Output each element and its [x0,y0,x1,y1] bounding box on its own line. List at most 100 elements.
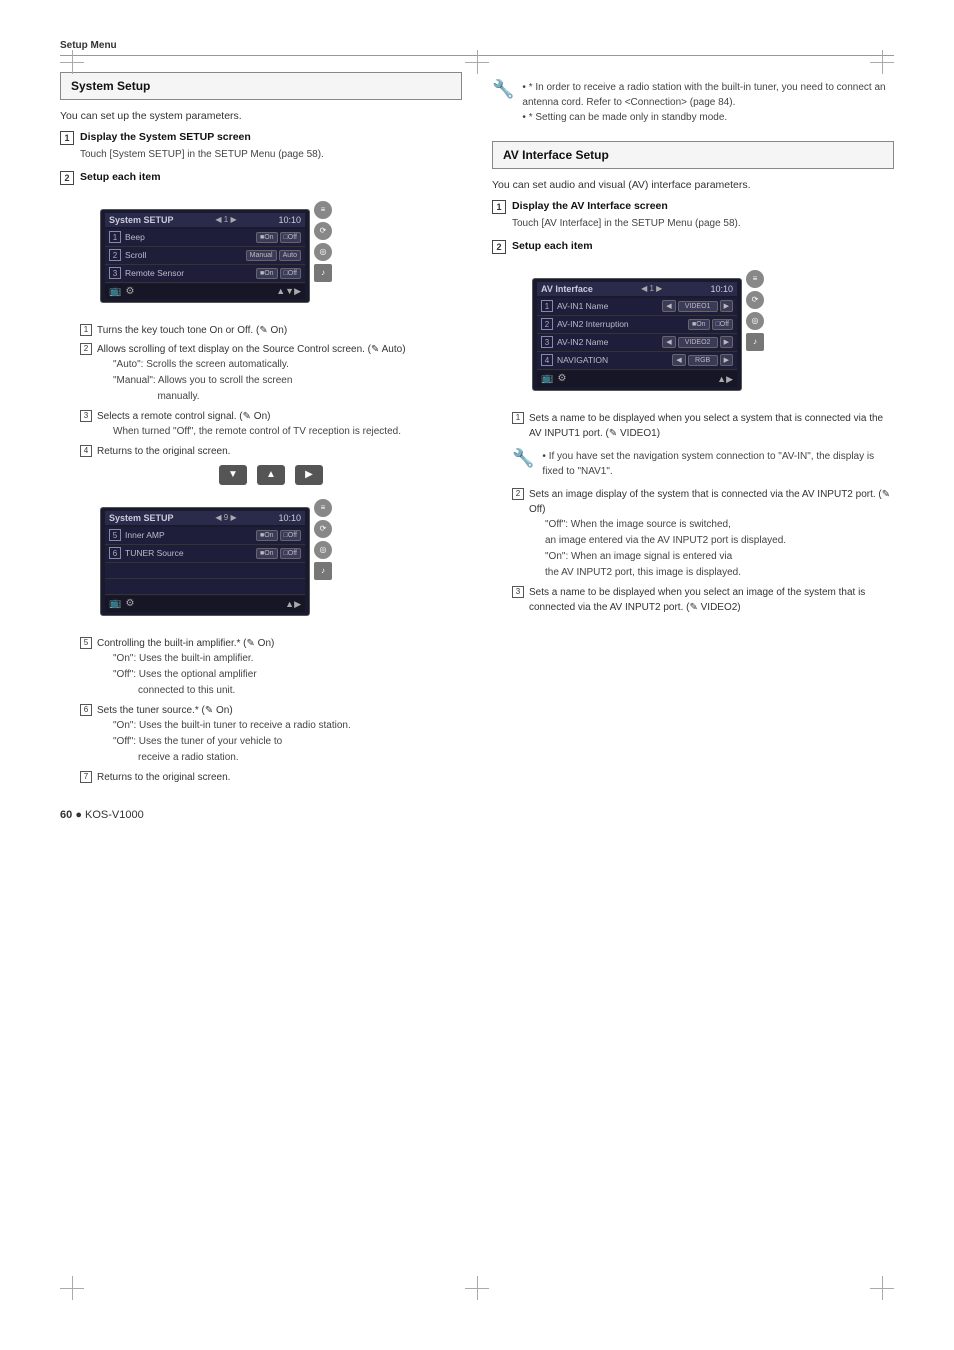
av-row-avin1-name: 1 AV-IN1 Name ◀ VIDEO1 ▶ [537,298,737,316]
screen1-side-icons: ≡ ⟳ ◎ ♪ [314,201,332,282]
av-btn-avin1-next[interactable]: ▶ [720,300,733,312]
system-screen1-time: 10:10 [278,215,301,225]
item-2-content: Allows scrolling of text display on the … [97,342,406,405]
screen2-btns-tuner[interactable]: ■On □Off [256,548,301,559]
screen2-side-icon-4: ♪ [314,562,332,580]
screen1-side-icon-4: ♪ [314,264,332,282]
system-screen1-header: System SETUP ◀ 1 ▶ 10:10 [105,213,305,227]
screen2-btn-tuner-off[interactable]: □Off [280,548,301,559]
av-item-2-sub: "Off": When the image source is switched… [545,517,894,581]
av-btns-avin2-name[interactable]: ◀ VIDEO2 ▶ [662,336,733,348]
system-screen1-wrapper: System SETUP ◀ 1 ▶ 10:10 1 Beep ■On □Off [80,201,310,311]
screen2-label-tuner: TUNER Source [125,548,256,558]
item-num-1: 1 [80,324,92,336]
av-side-icon-4: ♪ [746,333,764,351]
system-item-list-1: 1 Turns the key touch tone On or Off. (✎… [80,323,462,459]
arrow-right[interactable]: ▶ [295,465,323,485]
system-step1-content: Display the System SETUP screen Touch [S… [80,130,324,162]
item-3-pencil: ✎ [243,411,251,422]
av-btn-nav-next[interactable]: ▶ [720,354,733,366]
av-num-1: 1 [541,300,553,312]
system-screen2-time: 10:10 [278,513,301,523]
av-num-3: 3 [541,336,553,348]
system-step2-label: Setup each item [80,170,161,185]
screen2-btn-inneramp-off[interactable]: □Off [280,530,301,541]
item-5-pencil: ✎ [247,638,255,649]
av-note-item-1: If you have set the navigation system co… [542,449,894,479]
av-item-num-2: 2 [512,488,524,500]
note-item-1: * In order to receive a radio station wi… [522,80,894,110]
av-btn-avin1-prev[interactable]: ◀ [662,300,675,312]
screen1-btn-beep-off[interactable]: □Off [280,232,301,243]
item-3-text: Selects a remote control signal. (✎ On) [97,411,270,422]
arrow-down[interactable]: ▼ [219,465,247,485]
screen1-row-remote: 3 Remote Sensor ■On □Off [105,265,305,283]
system-screen1: System SETUP ◀ 1 ▶ 10:10 1 Beep ■On □Off [100,209,310,303]
item-7-content: Returns to the original screen. [97,770,230,785]
av-label-nav: NAVIGATION [557,355,672,365]
av-item-list: 1 Sets a name to be displayed when you s… [512,411,894,615]
screen2-btn-inneramp-on[interactable]: ■On [256,530,278,541]
av-setup-intro: You can set audio and visual (AV) interf… [492,179,894,191]
av-note-icon: 🔧 [512,449,534,467]
screen2-row-tuner: 6 TUNER Source ■On □Off [105,545,305,563]
system-setup-intro: You can set up the system parameters. [60,110,462,122]
screen1-num-1: 1 [109,231,121,243]
av-btns-avin1[interactable]: ◀ VIDEO1 ▶ [662,300,733,312]
screen1-btns-remote[interactable]: ■On □Off [256,268,301,279]
system-item-6: 6 Sets the tuner source.* (✎ On) "On": U… [80,703,462,766]
screen1-btn-remote-off[interactable]: □Off [280,268,301,279]
item-3-content: Selects a remote control signal. (✎ On) … [97,409,401,440]
av-item-1: 1 Sets a name to be displayed when you s… [512,411,894,441]
screen1-label-beep: Beep [125,232,256,242]
av-btns-avin2-int[interactable]: ■On □Off [688,319,733,330]
screen2-btn-tuner-on[interactable]: ■On [256,548,278,559]
item-6-pencil: ✎ [205,705,213,716]
note-item-2: * Setting can be made only in standby mo… [522,110,894,125]
av-item-3: 3 Sets a name to be displayed when you s… [512,585,894,615]
av-step1-content: Display the AV Interface screen Touch [A… [512,199,741,231]
av-btn-avin2-prev[interactable]: ◀ [662,336,675,348]
screen2-bottom-icons: 📺 ⚙ [109,598,134,609]
av-btn-avin2-on[interactable]: ■On [688,319,710,330]
item-1-content: Turns the key touch tone On or Off. (✎ O… [97,323,287,338]
screen2-side-icons: ≡ ⟳ ◎ ♪ [314,499,332,580]
screen1-btn-scroll-auto[interactable]: Auto [279,250,301,261]
screen2-btns-inneramp[interactable]: ■On □Off [256,530,301,541]
av-step1-label: Display the AV Interface screen [512,199,741,214]
av-btn-avin2-off[interactable]: □Off [712,319,733,330]
system-step1: 1 Display the System SETUP screen Touch … [60,130,462,162]
av-item-3-text: Sets a name to be displayed when you sel… [529,587,865,613]
system-setup-column: System Setup You can set up the system p… [60,72,462,789]
av-btn-nav-prev[interactable]: ◀ [672,354,685,366]
screen1-row-beep: 1 Beep ■On □Off [105,229,305,247]
av-step1: 1 Display the AV Interface screen Touch … [492,199,894,231]
av-icon-tv: 📺 [541,373,553,384]
screen1-btn-remote-on[interactable]: ■On [256,268,278,279]
screen2-side-icon-3: ◎ [314,541,332,559]
screen1-label-scroll: Scroll [125,250,246,260]
av-item-1-content: Sets a name to be displayed when you sel… [529,411,894,441]
two-column-layout: System Setup You can set up the system p… [60,72,894,789]
screen1-btns-scroll[interactable]: Manual Auto [246,250,301,261]
page-header: Setup Menu [60,40,894,56]
av-item-2-content: Sets an image display of the system that… [529,487,894,581]
arrow-up[interactable]: ▲ [257,465,285,485]
av-setup-title: AV Interface Setup [503,148,609,162]
av-btn-avin2-next[interactable]: ▶ [720,336,733,348]
system-notes-box: 🔧 * In order to receive a radio station … [492,80,894,125]
av-step1-desc: Touch [AV Interface] in the SETUP Menu (… [512,216,741,231]
screen1-row-scroll: 2 Scroll Manual Auto [105,247,305,265]
av-item-1-text: Sets a name to be displayed when you sel… [529,413,883,439]
screen1-btn-beep-on[interactable]: ■On [256,232,278,243]
page: Setup Menu System Setup You can set up t… [0,0,954,1350]
item-2-text: Allows scrolling of text display on the … [97,344,406,355]
screen1-btn-scroll-manual[interactable]: Manual [246,250,277,261]
screen2-icon-gear: ⚙ [125,598,134,609]
av-btns-nav[interactable]: ◀ RGB ▶ [672,354,733,366]
screen1-bottom-nav: ▲▼▶ [276,286,301,297]
item-num-7: 7 [80,771,92,783]
screen1-btns-beep[interactable]: ■On □Off [256,232,301,243]
av-screen-header: AV Interface ◀ 1 ▶ 10:10 [537,282,737,296]
av-item-2-pencil: ✎ [882,489,890,500]
